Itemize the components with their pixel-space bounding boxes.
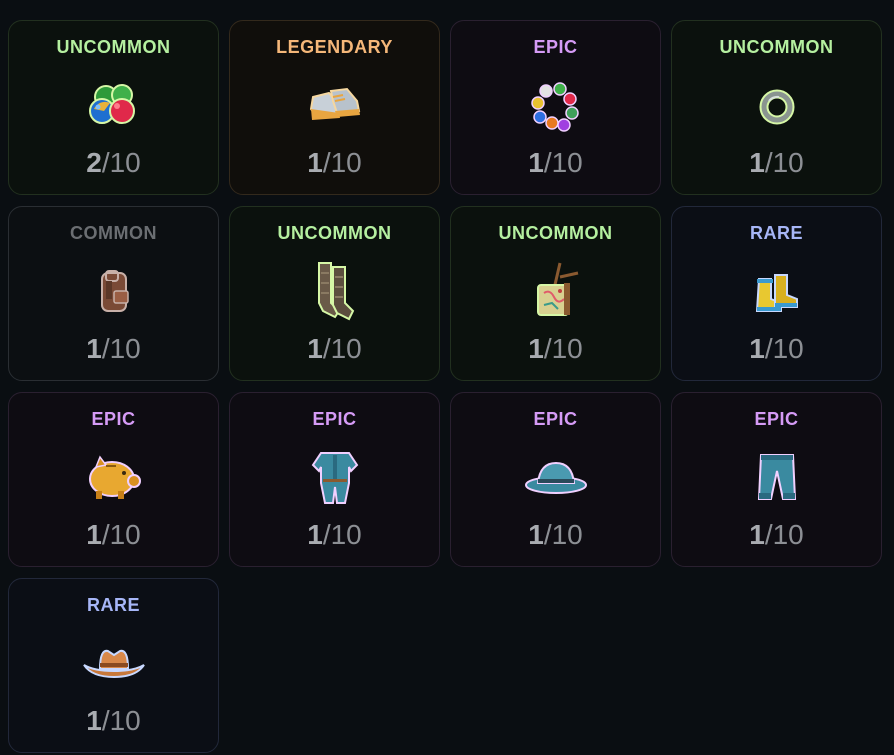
rarity-label: UNCOMMON bbox=[498, 223, 613, 243]
item-card-bucket-hat[interactable]: EPIC 1/10 bbox=[450, 392, 661, 567]
max-count: 10 bbox=[330, 333, 362, 364]
item-card-piggy-bank[interactable]: EPIC 1/10 bbox=[8, 392, 219, 567]
owned-count: 1 bbox=[528, 333, 544, 364]
quantity-counter: 1/10 bbox=[451, 519, 660, 551]
count-separator: / bbox=[764, 147, 773, 178]
owned-count: 1 bbox=[307, 333, 323, 364]
owned-count: 1 bbox=[307, 147, 323, 178]
owned-count: 1 bbox=[749, 519, 765, 550]
quantity-counter: 1/10 bbox=[230, 147, 439, 179]
map-bag-icon bbox=[524, 259, 588, 323]
quantity-counter: 1/10 bbox=[451, 333, 660, 365]
sneakers-icon bbox=[303, 73, 367, 137]
juggling-balls-icon bbox=[82, 73, 146, 137]
max-count: 10 bbox=[109, 147, 141, 178]
item-card-gem-bracelet[interactable]: EPIC 1/10 bbox=[450, 20, 661, 195]
backpack-icon bbox=[82, 259, 146, 323]
count-separator: / bbox=[543, 519, 552, 550]
owned-count: 1 bbox=[528, 147, 544, 178]
ring-icon bbox=[745, 73, 809, 137]
rarity-label: UNCOMMON bbox=[56, 37, 171, 57]
rarity-label: EPIC bbox=[91, 409, 136, 429]
item-card-overalls[interactable]: EPIC 1/10 bbox=[229, 392, 440, 567]
overalls-icon bbox=[303, 445, 367, 509]
owned-count: 1 bbox=[749, 147, 765, 178]
count-separator: / bbox=[764, 333, 773, 364]
quantity-counter: 1/10 bbox=[9, 333, 218, 365]
quantity-counter: 1/10 bbox=[672, 333, 881, 365]
item-card-boots[interactable]: RARE 1/10 bbox=[671, 206, 882, 381]
owned-count: 1 bbox=[528, 519, 544, 550]
count-separator: / bbox=[764, 519, 773, 550]
quantity-counter: 2/10 bbox=[9, 147, 218, 179]
gem-bracelet-icon bbox=[524, 73, 588, 137]
count-separator: / bbox=[101, 333, 110, 364]
inventory-grid: UNCOMMON 2/10 LEGENDARY 1/10 EPIC 1/10 U… bbox=[8, 20, 882, 753]
item-card-socks[interactable]: UNCOMMON 1/10 bbox=[229, 206, 440, 381]
item-card-ring[interactable]: UNCOMMON 1/10 bbox=[671, 20, 882, 195]
max-count: 10 bbox=[551, 147, 583, 178]
item-card-backpack[interactable]: COMMON 1/10 bbox=[8, 206, 219, 381]
count-separator: / bbox=[543, 147, 552, 178]
item-card-pants[interactable]: EPIC 1/10 bbox=[671, 392, 882, 567]
max-count: 10 bbox=[330, 147, 362, 178]
max-count: 10 bbox=[772, 147, 804, 178]
count-separator: / bbox=[101, 705, 110, 736]
socks-icon bbox=[303, 259, 367, 323]
max-count: 10 bbox=[551, 519, 583, 550]
rarity-label: EPIC bbox=[533, 409, 578, 429]
piggy-bank-icon bbox=[82, 445, 146, 509]
item-card-cowboy-hat[interactable]: RARE 1/10 bbox=[8, 578, 219, 753]
count-separator: / bbox=[543, 333, 552, 364]
quantity-counter: 1/10 bbox=[9, 705, 218, 737]
quantity-counter: 1/10 bbox=[451, 147, 660, 179]
quantity-counter: 1/10 bbox=[672, 519, 881, 551]
rarity-label: COMMON bbox=[70, 223, 157, 243]
owned-count: 1 bbox=[307, 519, 323, 550]
max-count: 10 bbox=[330, 519, 362, 550]
max-count: 10 bbox=[109, 519, 141, 550]
bucket-hat-icon bbox=[524, 445, 588, 509]
count-separator: / bbox=[322, 147, 331, 178]
rarity-label: LEGENDARY bbox=[276, 37, 393, 57]
max-count: 10 bbox=[551, 333, 583, 364]
cowboy-hat-icon bbox=[82, 631, 146, 695]
rarity-label: EPIC bbox=[533, 37, 578, 57]
rarity-label: EPIC bbox=[754, 409, 799, 429]
boots-icon bbox=[745, 259, 809, 323]
rarity-label: RARE bbox=[749, 223, 803, 243]
item-card-map-bag[interactable]: UNCOMMON 1/10 bbox=[450, 206, 661, 381]
max-count: 10 bbox=[772, 333, 804, 364]
quantity-counter: 1/10 bbox=[230, 519, 439, 551]
item-card-juggling-balls[interactable]: UNCOMMON 2/10 bbox=[8, 20, 219, 195]
rarity-label: UNCOMMON bbox=[277, 223, 392, 243]
quantity-counter: 1/10 bbox=[9, 519, 218, 551]
item-card-sneakers[interactable]: LEGENDARY 1/10 bbox=[229, 20, 440, 195]
owned-count: 2 bbox=[86, 147, 102, 178]
owned-count: 1 bbox=[86, 705, 102, 736]
max-count: 10 bbox=[109, 705, 141, 736]
max-count: 10 bbox=[772, 519, 804, 550]
max-count: 10 bbox=[109, 333, 141, 364]
count-separator: / bbox=[322, 333, 331, 364]
rarity-label: EPIC bbox=[312, 409, 357, 429]
owned-count: 1 bbox=[86, 333, 102, 364]
quantity-counter: 1/10 bbox=[230, 333, 439, 365]
pants-icon bbox=[745, 445, 809, 509]
quantity-counter: 1/10 bbox=[672, 147, 881, 179]
owned-count: 1 bbox=[86, 519, 102, 550]
count-separator: / bbox=[101, 519, 110, 550]
count-separator: / bbox=[322, 519, 331, 550]
owned-count: 1 bbox=[749, 333, 765, 364]
count-separator: / bbox=[101, 147, 110, 178]
rarity-label: UNCOMMON bbox=[719, 37, 834, 57]
rarity-label: RARE bbox=[86, 595, 140, 615]
